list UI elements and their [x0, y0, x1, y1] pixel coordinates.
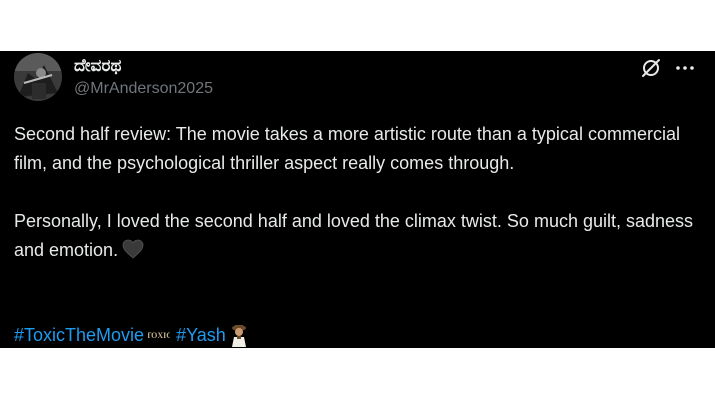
black-heart-icon	[122, 239, 144, 268]
hashtag-row: #ToxicTheMovie TOXIC #Yash	[14, 321, 249, 348]
tweet-paragraph-2-text: Personally, I loved the second half and …	[14, 211, 694, 260]
toxic-logo-icon: TOXIC	[146, 321, 172, 347]
hashtag-toxicthemovie[interactable]: #ToxicTheMovie	[14, 325, 144, 345]
grok-icon[interactable]	[640, 57, 662, 79]
hashtag-yash[interactable]: #Yash	[176, 325, 226, 345]
more-options-icon[interactable]	[674, 57, 696, 79]
author-display-name[interactable]: ದೇವರಥ	[74, 56, 121, 76]
author-handle[interactable]: @MrAnderson2025	[74, 80, 213, 98]
avatar[interactable]	[14, 53, 62, 101]
tweet-paragraph-1: Second half review: The movie takes a mo…	[14, 124, 680, 173]
svg-text:TOXIC: TOXIC	[148, 331, 170, 340]
tweet-card[interactable]: ದೇವರಥ @MrAnderson2025 Second half review…	[0, 51, 715, 348]
avatar-photo-icon	[14, 53, 62, 101]
yash-figure-icon	[229, 323, 249, 348]
tweet-paragraph-2: Personally, I loved the second half and …	[14, 207, 704, 268]
tweet-body: Second half review: The movie takes a mo…	[14, 120, 704, 268]
